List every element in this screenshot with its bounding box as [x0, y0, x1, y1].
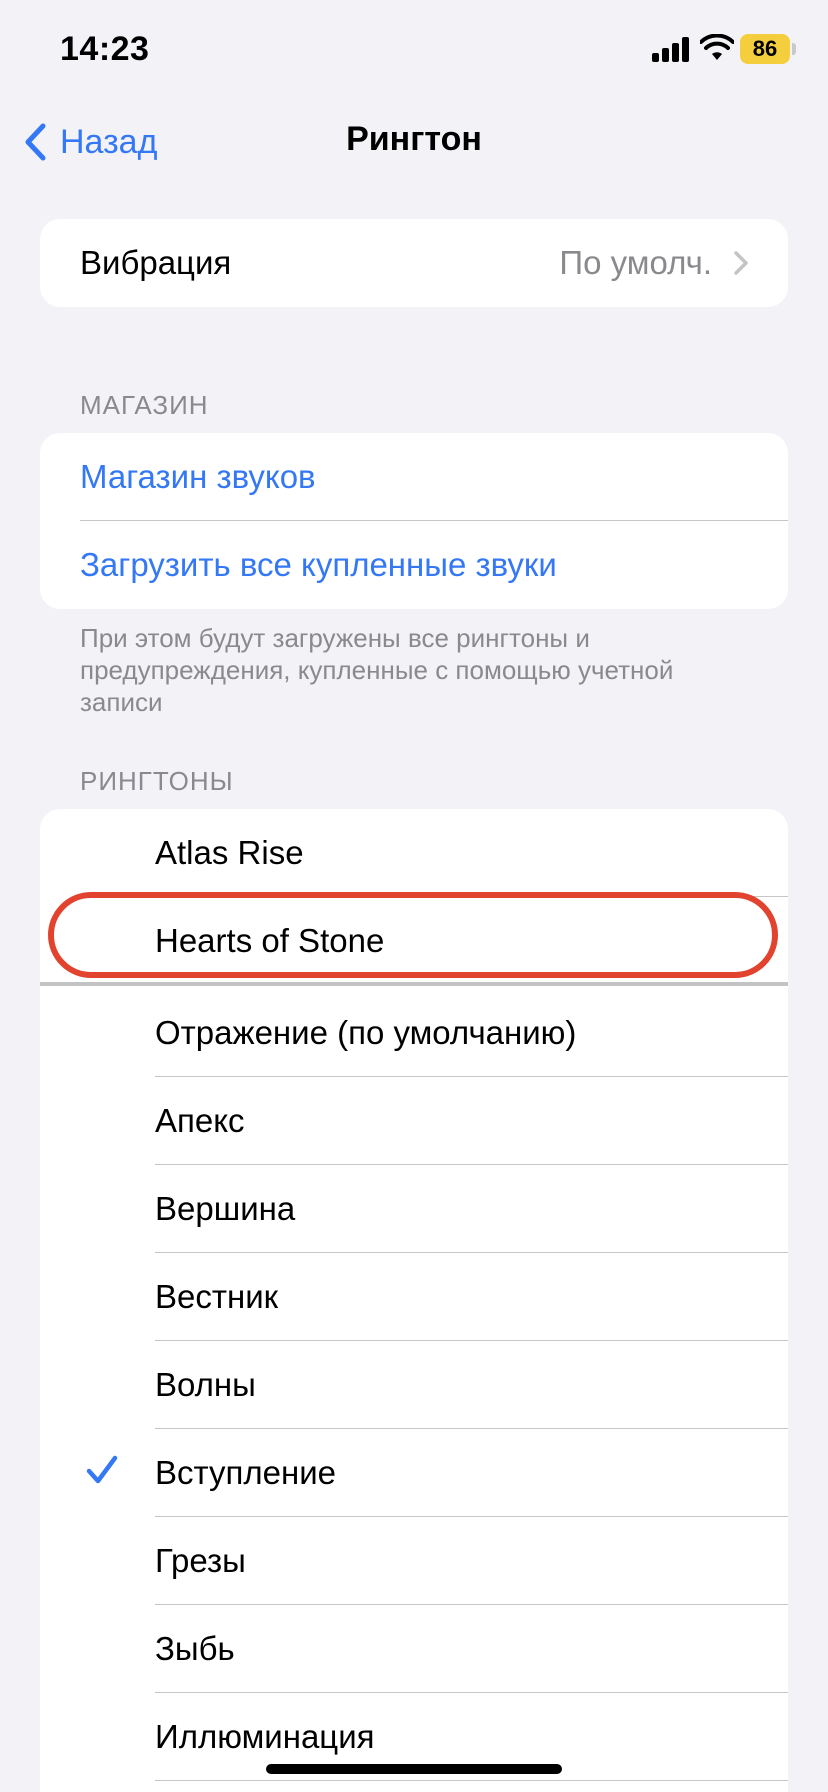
ringtone-label: Иллюминация — [155, 1718, 375, 1755]
ringtone-row[interactable]: Вершина — [40, 1165, 788, 1253]
ringtone-row[interactable]: Вестник — [40, 1253, 788, 1341]
sound-store-label: Магазин звуков — [80, 458, 316, 495]
ringtone-label: Апекс — [155, 1102, 245, 1139]
ringtone-label: Отражение (по умолчанию) — [155, 1014, 577, 1051]
ringtone-label: Вершина — [155, 1190, 296, 1227]
ringtone-label: Грезы — [155, 1542, 246, 1579]
ringtone-label: Волны — [155, 1366, 256, 1403]
home-indicator[interactable] — [266, 1764, 562, 1774]
cellular-signal-icon — [652, 36, 692, 62]
download-purchased-label: Загрузить все купленные звуки — [80, 546, 557, 583]
vibration-card: Вибрация По умолч. — [40, 219, 788, 307]
store-section-header: МАГАЗИН — [80, 390, 209, 420]
ringtone-row-selected[interactable]: Вступление — [40, 1429, 788, 1517]
store-card: Магазин звуков Загрузить все купленные з… — [40, 433, 788, 609]
annotation-highlight-outline — [48, 892, 778, 978]
drag-divider — [40, 982, 788, 986]
checkmark-icon — [86, 1455, 118, 1484]
store-footer-text: При этом будут загружены все рингтоны и … — [80, 623, 674, 717]
download-purchased-link[interactable]: Загрузить все купленные звуки — [40, 521, 788, 609]
vibration-label: Вибрация — [80, 244, 232, 281]
ringtone-row[interactable]: Апекс — [40, 1077, 788, 1165]
ringtone-label: Вступление — [155, 1454, 336, 1491]
wifi-icon — [699, 33, 735, 62]
ringtone-row[interactable]: Зыбь — [40, 1605, 788, 1693]
page-title: Рингтон — [346, 120, 482, 158]
divider — [155, 1780, 788, 1781]
ringtone-row[interactable]: Волны — [40, 1341, 788, 1429]
sound-store-link[interactable]: Магазин звуков — [40, 433, 788, 521]
ringtone-label: Зыбь — [155, 1630, 235, 1667]
ringtone-label: Вестник — [155, 1278, 279, 1315]
vibration-row[interactable]: Вибрация По умолч. — [40, 219, 788, 307]
chevron-right-icon — [734, 251, 748, 275]
ringtone-row[interactable]: Грезы — [40, 1517, 788, 1605]
status-time: 14:23 — [60, 30, 150, 68]
ringtone-row[interactable]: Atlas Rise — [40, 809, 788, 897]
battery-tip — [792, 43, 796, 55]
vibration-value: По умолч. — [559, 244, 712, 281]
battery-indicator: 86 — [740, 34, 790, 64]
ringtones-section-header: РИНГТОНЫ — [80, 766, 234, 796]
ringtone-label: Atlas Rise — [155, 834, 304, 871]
ringtone-row[interactable]: Отражение (по умолчанию) — [40, 989, 788, 1077]
